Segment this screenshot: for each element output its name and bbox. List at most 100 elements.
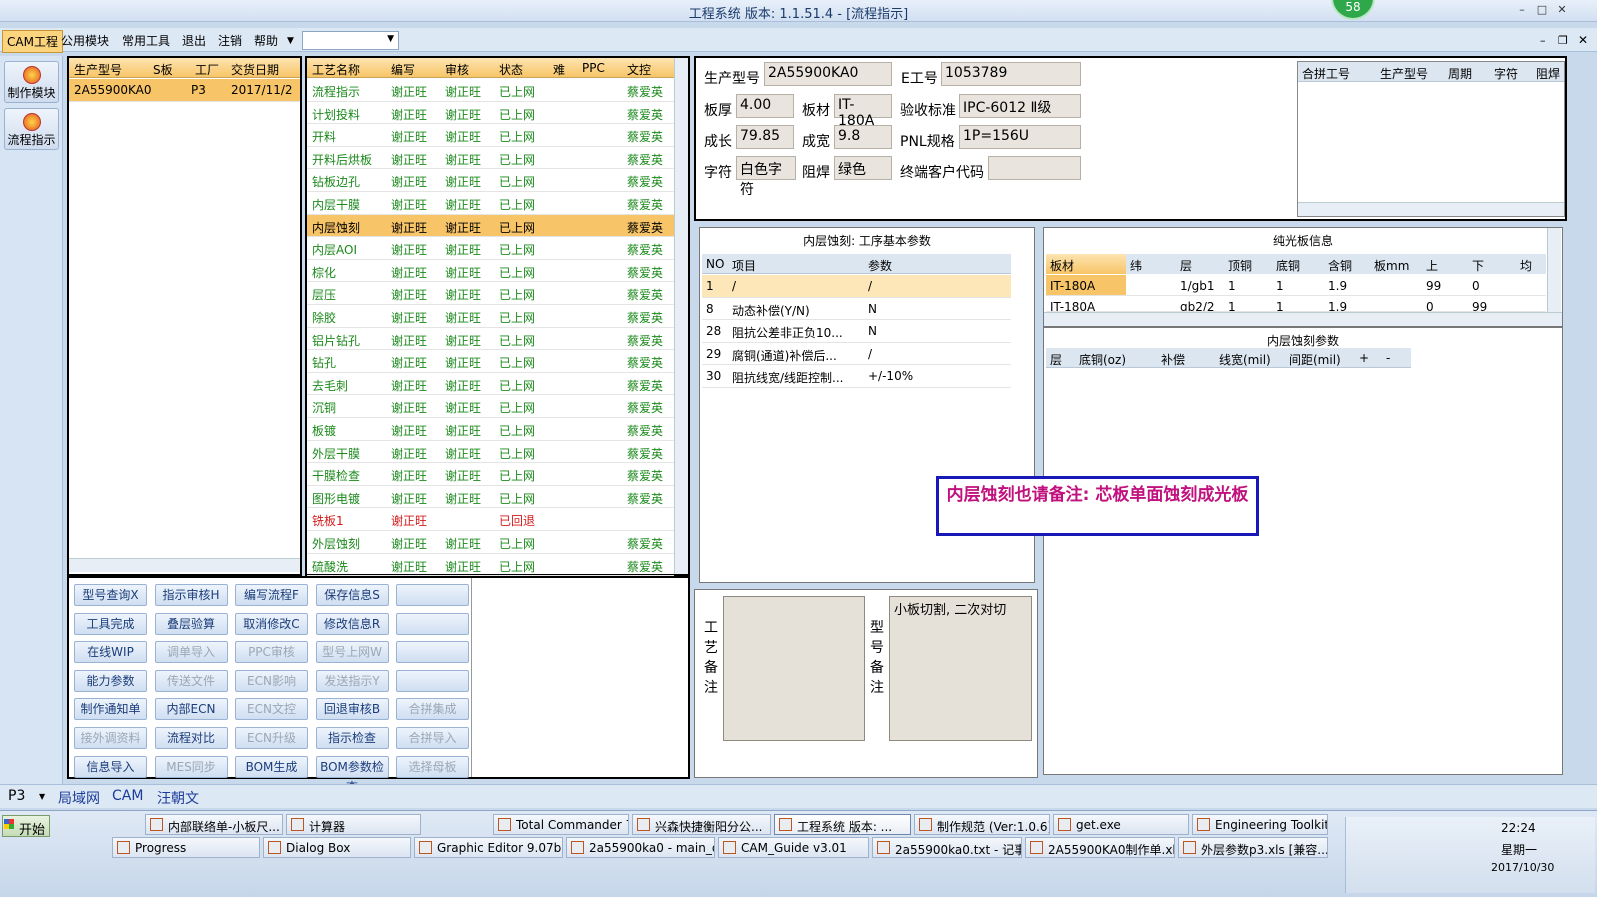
col-item[interactable]: 项目 (732, 257, 756, 274)
action-button[interactable]: 接外调资料 (74, 727, 147, 749)
core-vscroll[interactable] (1547, 228, 1561, 312)
action-button[interactable]: ECN文控 (235, 698, 308, 721)
field-material[interactable]: IT-180A (834, 94, 892, 129)
action-button[interactable]: BOM生成 (235, 755, 308, 778)
maximize-button[interactable]: □ (1534, 3, 1550, 18)
action-button[interactable]: 取消修改C (235, 612, 308, 635)
taskbar-item[interactable]: Engineering Toolkit 9.... (1192, 814, 1328, 835)
col-spacing[interactable]: 间距(mil) (1289, 351, 1341, 368)
table-row[interactable]: 沉铜 谢正旺 谢正旺 已上网 蔡爱英 (307, 395, 674, 418)
col-core-5[interactable]: 含铜 (1328, 257, 1352, 274)
taskbar-item[interactable]: CAM_Guide v3.01 (718, 837, 869, 858)
taskbar-item[interactable]: 兴森快捷衡阳分公... (632, 814, 771, 835)
col-core-2[interactable]: 层 (1180, 257, 1192, 274)
table-row[interactable]: 铝片钻孔 谢正旺 谢正旺 已上网 蔡爱英 (307, 328, 674, 351)
menu-tools[interactable]: 常用工具 (122, 32, 170, 49)
list-item[interactable]: 29 腐铜(通道)补偿后... / (702, 343, 1011, 365)
col-factory[interactable]: 工厂 (195, 61, 219, 78)
action-button[interactable]: ECN影响 (235, 669, 308, 692)
table-row[interactable]: 铣板1 谢正旺 已回退 (307, 508, 674, 531)
list-item[interactable]: 8 动态补偿(Y/N) N (702, 298, 1011, 320)
flow-guide-button[interactable]: 流程指示 (4, 108, 59, 150)
order-row[interactable]: 2A55900KA0 P3 2017/11/2 (69, 79, 300, 102)
tab-cam[interactable]: CAM (112, 788, 143, 804)
list-item[interactable]: 1 / / (702, 275, 1011, 298)
table-row[interactable]: 钻孔 谢正旺 谢正旺 已上网 蔡爱英 (307, 350, 674, 373)
table-row[interactable]: 流程指示 谢正旺 谢正旺 已上网 蔡爱英 (307, 79, 674, 102)
action-button[interactable]: 信息导入 (74, 755, 147, 778)
col-layer[interactable]: 层 (1050, 351, 1062, 368)
action-button[interactable]: 合拼集成 (396, 698, 469, 721)
field-model[interactable]: 2A55900KA0 (764, 62, 892, 86)
table-row[interactable]: 除胶 谢正旺 谢正旺 已上网 蔡爱英 (307, 305, 674, 328)
model-remark-textarea[interactable]: 小板切割, 二次对切 (889, 596, 1032, 741)
table-row[interactable]: 硫酸洗 谢正旺 谢正旺 已上网 蔡爱英 (307, 554, 674, 577)
close-button[interactable]: ✕ (1554, 3, 1570, 18)
action-button[interactable]: 保存信息S (315, 584, 389, 606)
col-compensation[interactable]: 补偿 (1161, 351, 1185, 368)
mdi-close-icon[interactable]: ✕ (1578, 33, 1588, 47)
chevron-down-icon[interactable]: ▼ (39, 792, 45, 801)
taskbar-item[interactable]: 制作规范 (Ver:1.0.6) (914, 814, 1050, 835)
col-reviewer[interactable]: 审核 (445, 61, 469, 78)
table-row[interactable]: 内层干膜 谢正旺 谢正旺 已上网 蔡爱英 (307, 192, 674, 215)
action-button[interactable]: 合拼导入 (396, 727, 469, 749)
col-linewidth[interactable]: 线宽(mil) (1219, 351, 1271, 368)
action-button[interactable]: 型号查询X (74, 584, 147, 606)
action-button[interactable]: 能力参数 (74, 669, 147, 692)
field-thickness[interactable]: 4.00 (736, 94, 794, 118)
menu-logout[interactable]: 注销 (218, 32, 242, 49)
action-button[interactable]: 指示检查 (315, 727, 389, 749)
site-selector[interactable]: P3 (8, 788, 25, 804)
table-row[interactable]: 外层蚀刻 谢正旺 谢正旺 已上网 蔡爱英 (307, 531, 674, 554)
minimize-button[interactable]: – (1514, 3, 1530, 18)
col-base-copper[interactable]: 底铜(oz) (1079, 351, 1126, 368)
taskbar-item[interactable]: 工程系统 版本: ... (774, 814, 911, 835)
col-value[interactable]: 参数 (868, 257, 892, 274)
mdi-minimize-icon[interactable]: – (1540, 34, 1546, 47)
field-legend[interactable]: 白色字符 (736, 156, 796, 198)
action-button[interactable] (396, 612, 469, 635)
process-remark-textarea[interactable] (723, 596, 865, 741)
table-row[interactable]: 板镀 谢正旺 谢正旺 已上网 蔡爱英 (307, 418, 674, 441)
col-no[interactable]: NO (706, 257, 724, 271)
action-button[interactable]: ECN升级 (235, 727, 308, 749)
col-merge-legend[interactable]: 字符 (1494, 65, 1518, 82)
list-item[interactable]: 30 阻抗线宽/线距控制... +/-10% (702, 365, 1011, 388)
field-customer-code[interactable] (988, 156, 1081, 180)
col-core-7[interactable]: 上 (1426, 257, 1438, 274)
action-button[interactable]: 叠层验算 (154, 612, 228, 635)
action-button[interactable] (396, 669, 469, 692)
core-hscroll[interactable] (1044, 312, 1562, 326)
taskbar-item[interactable]: 2A55900KA0制作单.xl... (1025, 837, 1175, 858)
action-button[interactable] (396, 584, 469, 606)
action-button[interactable] (396, 641, 469, 664)
table-row[interactable]: 图形电镀 谢正旺 谢正旺 已上网 蔡爱英 (307, 486, 674, 509)
clock-time[interactable]: 22:24 (1501, 821, 1536, 835)
field-pnl[interactable]: 1P=156U (959, 125, 1081, 149)
tab-user[interactable]: 汪朝文 (157, 788, 199, 808)
menu-combo-select[interactable]: ▼ (302, 31, 399, 50)
action-button[interactable]: 内部ECN (154, 698, 228, 721)
col-delivery[interactable]: 交货日期 (231, 61, 279, 78)
taskbar-item[interactable]: 2a55900ka0.txt - 记事本 (872, 837, 1022, 858)
table-row[interactable]: 内层蚀刻 谢正旺 谢正旺 已上网 蔡爱英 (307, 214, 674, 238)
list-item[interactable]: 28 阻抗公差非正负10... N (702, 320, 1011, 343)
taskbar-item[interactable]: 内部联络单-小板尺... (145, 814, 283, 835)
col-core-0[interactable]: 板材 (1050, 257, 1074, 274)
col-minus[interactable]: - (1386, 351, 1390, 365)
action-button[interactable]: 选择母板 (396, 755, 469, 778)
tab-lan[interactable]: 局域网 (58, 788, 100, 808)
table-row[interactable]: 层压 谢正旺 谢正旺 已上网 蔡爱英 (307, 282, 674, 305)
taskbar-item[interactable]: Total Commander 7.... (493, 814, 629, 835)
table-row[interactable]: 干膜检查 谢正旺 谢正旺 已上网 蔡爱英 (307, 463, 674, 486)
field-width[interactable]: 9.8 (834, 125, 892, 149)
taskbar-item[interactable]: 计算器 (286, 814, 421, 835)
col-core-6[interactable]: 板mm (1374, 257, 1409, 274)
col-model[interactable]: 生产型号 (74, 61, 122, 78)
make-module-button[interactable]: 制作模块 (4, 61, 59, 103)
action-button[interactable]: 传送文件 (154, 669, 228, 692)
col-merge-cycle[interactable]: 周期 (1448, 65, 1472, 82)
taskbar-item[interactable]: Dialog Box (263, 837, 411, 858)
taskbar-item[interactable]: Graphic Editor 9.07b2 (... (414, 837, 563, 858)
